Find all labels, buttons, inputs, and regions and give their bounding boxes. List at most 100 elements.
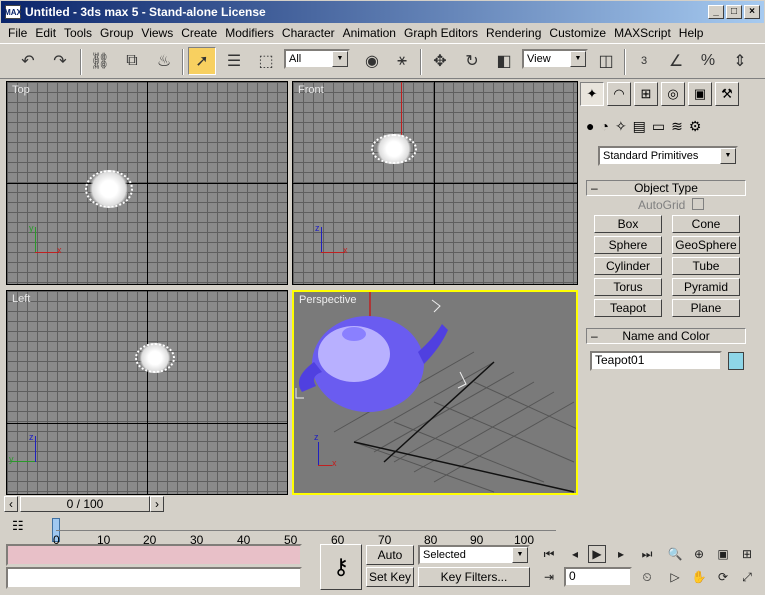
- go-to-end-icon[interactable]: ⏭: [638, 545, 656, 563]
- box-button[interactable]: Box: [594, 215, 662, 233]
- track-bar[interactable]: ☷ 0 10 20 30 40 50 60 70 80 90 100: [0, 516, 560, 547]
- teapot-wireframe[interactable]: [135, 343, 175, 373]
- select-by-name-icon[interactable]: ☰: [220, 47, 248, 75]
- arc-rotate-icon[interactable]: ⟳: [714, 568, 732, 586]
- redo-icon[interactable]: ↷: [46, 47, 74, 75]
- menu-rendering[interactable]: Rendering: [482, 26, 545, 40]
- maximize-viewport-icon[interactable]: ⤢: [738, 568, 756, 586]
- systems-icon[interactable]: ⚙: [689, 118, 702, 135]
- pan-hand-icon[interactable]: ✋: [690, 568, 708, 586]
- go-to-start-icon[interactable]: ⏮: [540, 545, 558, 563]
- hierarchy-tab-icon[interactable]: ⊞: [634, 82, 658, 106]
- next-frame-icon[interactable]: ▸: [612, 545, 630, 563]
- menu-group[interactable]: Group: [96, 26, 137, 40]
- angle-snap-icon[interactable]: ∠: [662, 47, 690, 75]
- bind-to-space-warp-icon[interactable]: ♨: [150, 47, 178, 75]
- field-of-view-icon[interactable]: ▷: [666, 568, 684, 586]
- menu-animation[interactable]: Animation: [339, 26, 400, 40]
- menu-edit[interactable]: Edit: [31, 26, 60, 40]
- menu-modifiers[interactable]: Modifiers: [221, 26, 278, 40]
- use-pivot-center-icon[interactable]: ◫: [592, 47, 620, 75]
- menu-customize[interactable]: Customize: [545, 26, 610, 40]
- name-color-rollout-header[interactable]: – Name and Color: [586, 328, 746, 344]
- object-type-rollout-header[interactable]: – Object Type: [586, 180, 746, 196]
- auto-key-button[interactable]: Auto Key: [366, 545, 414, 580]
- space-warps-icon[interactable]: ≋: [671, 118, 683, 135]
- object-color-swatch[interactable]: [728, 352, 744, 370]
- select-and-rotate-icon[interactable]: ↻: [458, 47, 486, 75]
- create-tab-icon[interactable]: ✦: [580, 82, 604, 106]
- object-name-input[interactable]: Teapot01: [590, 351, 722, 371]
- teapot-wireframe[interactable]: [371, 134, 417, 164]
- slider-prev-icon[interactable]: ‹: [4, 496, 18, 512]
- snaps-toggle-icon[interactable]: 3: [630, 47, 658, 75]
- selection-filter-dropdown[interactable]: All ▼: [284, 49, 350, 69]
- select-and-manipulate-icon[interactable]: ◉: [358, 47, 386, 75]
- autogrid-checkbox[interactable]: [692, 198, 704, 210]
- menu-file[interactable]: File: [4, 26, 31, 40]
- viewport-front[interactable]: Front z x: [292, 81, 578, 285]
- zoom-all-icon[interactable]: ⊕: [690, 545, 708, 563]
- key-mode-dropdown[interactable]: Selected ▼: [418, 545, 530, 565]
- viewport-perspective[interactable]: Perspective z x: [292, 290, 578, 495]
- select-object-icon[interactable]: ➚: [188, 47, 216, 75]
- menu-tools[interactable]: Tools: [60, 26, 96, 40]
- viewport-top[interactable]: Top y x: [6, 81, 288, 285]
- status-prompt-line[interactable]: [6, 567, 302, 589]
- select-and-scale-icon[interactable]: ◧: [490, 47, 518, 75]
- menu-help[interactable]: Help: [675, 26, 708, 40]
- viewport-label-top[interactable]: Top: [12, 84, 30, 96]
- set-key-mode-icon[interactable]: ⚷: [320, 544, 362, 590]
- spinner-snap-icon[interactable]: ⇕: [726, 47, 754, 75]
- time-slider[interactable]: ‹ 0 / 100 ›: [4, 496, 578, 514]
- crossing-toggle-icon[interactable]: ⚹: [388, 47, 416, 75]
- viewport-label-front[interactable]: Front: [298, 84, 324, 96]
- menu-character[interactable]: Character: [278, 26, 339, 40]
- undo-icon[interactable]: ↶: [14, 47, 42, 75]
- close-button[interactable]: ×: [744, 5, 760, 19]
- zoom-extents-icon[interactable]: ▣: [714, 545, 732, 563]
- time-configuration-icon[interactable]: ⏲: [638, 568, 656, 586]
- cameras-icon[interactable]: ▤: [633, 118, 646, 135]
- set-key-button[interactable]: Set Key: [366, 567, 414, 587]
- reference-coordinate-dropdown[interactable]: View ▼: [522, 49, 588, 69]
- utilities-tab-icon[interactable]: ⚒: [715, 82, 739, 106]
- play-icon[interactable]: ▶: [588, 545, 606, 563]
- modify-tab-icon[interactable]: ◠: [607, 82, 631, 106]
- teapot-wireframe[interactable]: [85, 170, 133, 208]
- tube-button[interactable]: Tube: [672, 257, 740, 275]
- menu-views[interactable]: Views: [137, 26, 177, 40]
- menu-create[interactable]: Create: [177, 26, 221, 40]
- select-and-move-icon[interactable]: ✥: [426, 47, 454, 75]
- torus-button[interactable]: Torus: [594, 278, 662, 296]
- curve-editor-icon[interactable]: ☷: [12, 518, 36, 538]
- motion-tab-icon[interactable]: ◎: [661, 82, 685, 106]
- plane-button[interactable]: Plane: [672, 299, 740, 317]
- previous-frame-icon[interactable]: ◂: [566, 545, 584, 563]
- key-mode-toggle-icon[interactable]: ⇥: [540, 568, 558, 586]
- rectangular-selection-icon[interactable]: ⬚: [252, 47, 280, 75]
- select-and-link-icon[interactable]: ⛓: [86, 47, 114, 75]
- minimize-button[interactable]: _: [708, 5, 724, 19]
- unlink-selection-icon[interactable]: ⧉: [118, 47, 146, 75]
- maxscript-listener-mini[interactable]: [6, 544, 302, 566]
- time-slider-thumb[interactable]: 0 / 100: [20, 496, 150, 512]
- primitive-category-dropdown[interactable]: Standard Primitives ▼: [598, 146, 738, 166]
- sphere-button[interactable]: Sphere: [594, 236, 662, 254]
- geometry-icon[interactable]: ●: [586, 118, 594, 135]
- lights-icon[interactable]: ✧: [615, 118, 627, 135]
- geosphere-button[interactable]: GeoSphere: [672, 236, 740, 254]
- slider-next-icon[interactable]: ›: [150, 496, 164, 512]
- current-frame-field[interactable]: 0: [564, 567, 632, 587]
- viewport-left[interactable]: Left z y: [6, 290, 288, 495]
- maximize-button[interactable]: □: [726, 5, 742, 19]
- menu-maxscript[interactable]: MAXScript: [610, 26, 675, 40]
- menu-graph-editors[interactable]: Graph Editors: [400, 26, 482, 40]
- key-filters-button[interactable]: Key Filters...: [418, 567, 530, 587]
- shapes-icon[interactable]: ◔: [600, 118, 608, 135]
- teapot-button[interactable]: Teapot: [594, 299, 662, 317]
- pyramid-button[interactable]: Pyramid: [672, 278, 740, 296]
- percent-snap-icon[interactable]: %: [694, 47, 722, 75]
- display-tab-icon[interactable]: ▣: [688, 82, 712, 106]
- cone-button[interactable]: Cone: [672, 215, 740, 233]
